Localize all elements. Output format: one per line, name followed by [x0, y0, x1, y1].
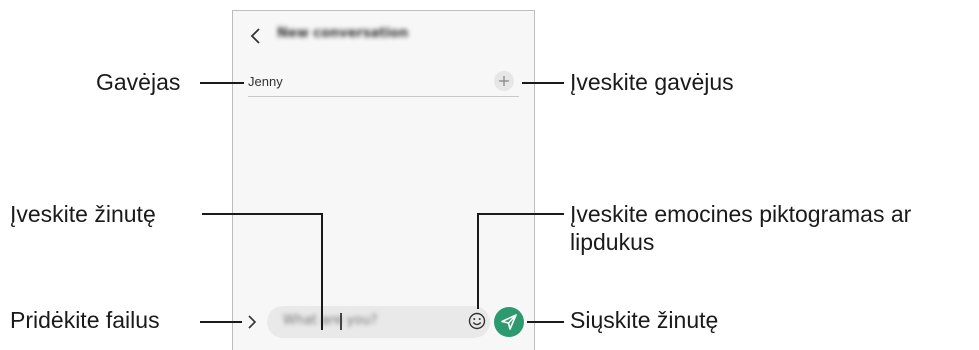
leader-enter-message-h [202, 213, 323, 215]
smiley-icon[interactable] [467, 311, 487, 331]
leader-emoji-v [477, 213, 479, 309]
plus-icon[interactable] [494, 71, 514, 91]
leader-enter-recipients [522, 82, 564, 84]
callout-enter-recipients: Įveskite gavėjus [570, 69, 734, 95]
recipient-field-value[interactable]: Jenny [248, 74, 283, 89]
phone-screen [232, 10, 535, 350]
recipient-field-underline [248, 96, 519, 97]
callout-attach-files: Pridėkite failus [10, 307, 160, 333]
back-arrow-icon[interactable] [246, 27, 266, 45]
chevron-right-icon[interactable] [244, 313, 260, 331]
message-input-placeholder: What are you? [283, 313, 378, 328]
leader-emoji-h [477, 213, 564, 215]
leader-attach-files [200, 321, 242, 323]
screen-title: New conversation [277, 26, 409, 41]
text-cursor [340, 313, 342, 330]
paper-plane-icon [501, 314, 517, 330]
leader-recipient [200, 82, 244, 84]
leader-send-message [527, 321, 564, 323]
send-button[interactable] [494, 307, 524, 337]
leader-enter-message-v [321, 213, 323, 330]
callout-recipient: Gavėjas [96, 69, 181, 95]
callout-emoji-stickers: Įveskite emocines piktogramas ar lipduku… [570, 201, 912, 255]
callout-send-message: Siųskite žinutę [570, 307, 719, 333]
callout-enter-message: Įveskite žinutę [10, 201, 156, 227]
